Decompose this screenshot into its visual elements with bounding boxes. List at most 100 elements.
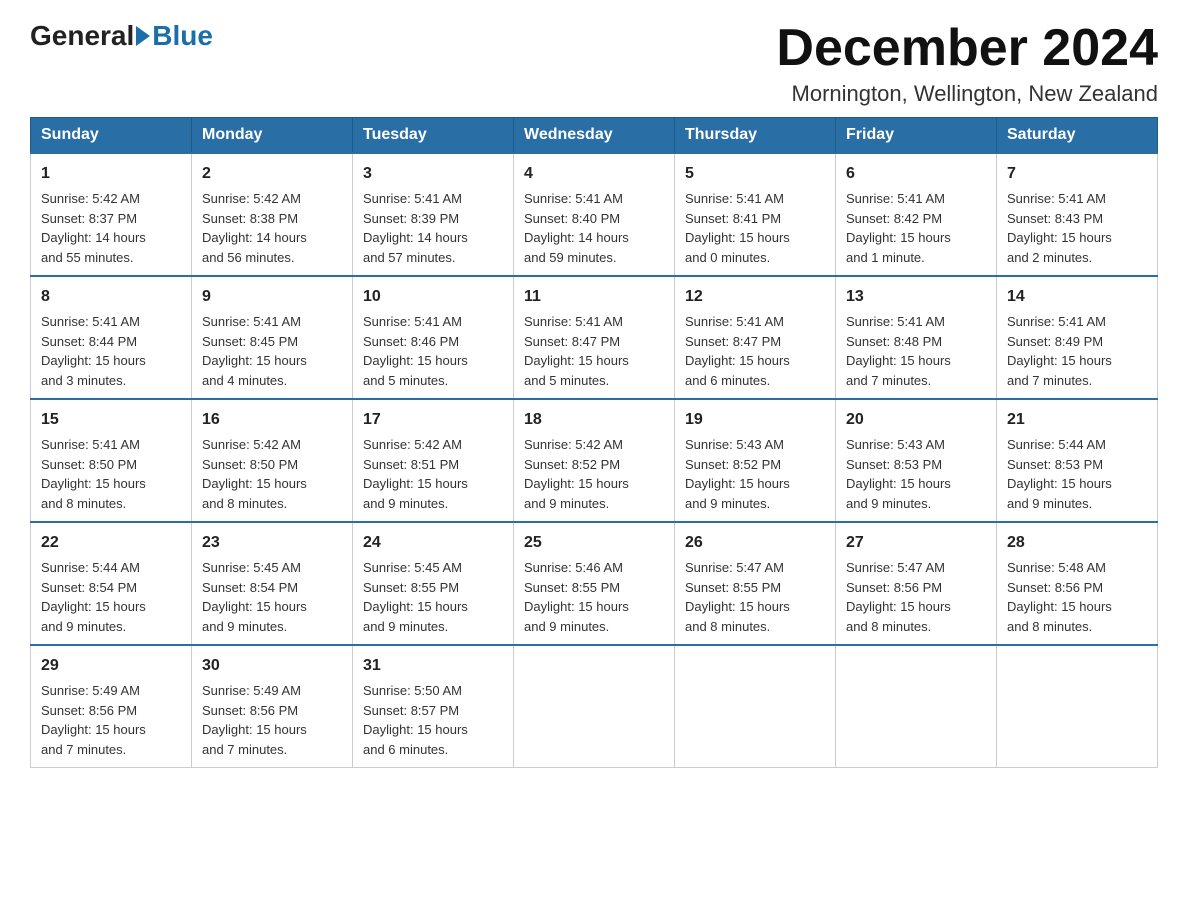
day-number: 21: [1007, 408, 1147, 432]
calendar-cell: 2 Sunrise: 5:42 AMSunset: 8:38 PMDaylight…: [192, 153, 353, 276]
logo-text: General Blue: [30, 20, 213, 52]
day-info: Sunrise: 5:41 AMSunset: 8:47 PMDaylight:…: [685, 312, 825, 390]
week-row-1: 1Sunrise: 5:42 AMSunset: 8:37 PMDaylight…: [31, 153, 1158, 276]
calendar-cell: 8 Sunrise: 5:41 AMSunset: 8:44 PMDaylight…: [31, 276, 192, 399]
header-day-tuesday: Tuesday: [353, 118, 514, 154]
day-number: 25: [524, 531, 664, 555]
calendar-cell: 3 Sunrise: 5:41 AMSunset: 8:39 PMDaylight…: [353, 153, 514, 276]
day-info: Sunrise: 5:41 AMSunset: 8:42 PMDaylight:…: [846, 189, 986, 267]
calendar-cell: 21 Sunrise: 5:44 AMSunset: 8:53 PMDayligh…: [997, 399, 1158, 522]
calendar-cell: 14 Sunrise: 5:41 AMSunset: 8:49 PMDayligh…: [997, 276, 1158, 399]
day-number: 17: [363, 408, 503, 432]
calendar-cell: 1Sunrise: 5:42 AMSunset: 8:37 PMDaylight…: [31, 153, 192, 276]
week-row-5: 29 Sunrise: 5:49 AMSunset: 8:56 PMDayligh…: [31, 645, 1158, 768]
day-number: 29: [41, 654, 181, 678]
calendar-cell: 16 Sunrise: 5:42 AMSunset: 8:50 PMDayligh…: [192, 399, 353, 522]
day-number: 26: [685, 531, 825, 555]
day-number: 1: [41, 162, 181, 186]
day-number: 5: [685, 162, 825, 186]
day-info: Sunrise: 5:42 AMSunset: 8:38 PMDaylight:…: [202, 189, 342, 267]
calendar-cell: 29 Sunrise: 5:49 AMSunset: 8:56 PMDayligh…: [31, 645, 192, 768]
calendar-cell: 22 Sunrise: 5:44 AMSunset: 8:54 PMDayligh…: [31, 522, 192, 645]
logo-arrow-icon: [136, 26, 150, 46]
day-info: Sunrise: 5:41 AMSunset: 8:44 PMDaylight:…: [41, 312, 181, 390]
day-info: Sunrise: 5:41 AMSunset: 8:41 PMDaylight:…: [685, 189, 825, 267]
day-info: Sunrise: 5:41 AMSunset: 8:43 PMDaylight:…: [1007, 189, 1147, 267]
header-day-monday: Monday: [192, 118, 353, 154]
calendar-cell: 7 Sunrise: 5:41 AMSunset: 8:43 PMDaylight…: [997, 153, 1158, 276]
calendar-cell: 26 Sunrise: 5:47 AMSunset: 8:55 PMDayligh…: [675, 522, 836, 645]
day-info: Sunrise: 5:41 AMSunset: 8:48 PMDaylight:…: [846, 312, 986, 390]
day-info: Sunrise: 5:45 AMSunset: 8:55 PMDaylight:…: [363, 558, 503, 636]
day-info: Sunrise: 5:47 AMSunset: 8:56 PMDaylight:…: [846, 558, 986, 636]
day-number: 22: [41, 531, 181, 555]
day-info: Sunrise: 5:43 AMSunset: 8:52 PMDaylight:…: [685, 435, 825, 513]
header-day-thursday: Thursday: [675, 118, 836, 154]
day-info: Sunrise: 5:41 AMSunset: 8:46 PMDaylight:…: [363, 312, 503, 390]
day-info: Sunrise: 5:41 AMSunset: 8:40 PMDaylight:…: [524, 189, 664, 267]
calendar-cell: 30Sunrise: 5:49 AMSunset: 8:56 PMDayligh…: [192, 645, 353, 768]
calendar-cell: 31Sunrise: 5:50 AMSunset: 8:57 PMDayligh…: [353, 645, 514, 768]
calendar-cell: 6Sunrise: 5:41 AMSunset: 8:42 PMDaylight…: [836, 153, 997, 276]
calendar-cell: [675, 645, 836, 768]
day-info: Sunrise: 5:42 AMSunset: 8:52 PMDaylight:…: [524, 435, 664, 513]
logo: General Blue: [30, 20, 213, 52]
header-day-friday: Friday: [836, 118, 997, 154]
day-number: 16: [202, 408, 342, 432]
day-number: 18: [524, 408, 664, 432]
week-row-3: 15Sunrise: 5:41 AMSunset: 8:50 PMDayligh…: [31, 399, 1158, 522]
header-day-wednesday: Wednesday: [514, 118, 675, 154]
day-number: 8: [41, 285, 181, 309]
month-title: December 2024: [776, 20, 1158, 77]
day-number: 13: [846, 285, 986, 309]
day-number: 7: [1007, 162, 1147, 186]
week-row-2: 8 Sunrise: 5:41 AMSunset: 8:44 PMDaylight…: [31, 276, 1158, 399]
header-day-sunday: Sunday: [31, 118, 192, 154]
day-number: 10: [363, 285, 503, 309]
calendar-cell: 23Sunrise: 5:45 AMSunset: 8:54 PMDayligh…: [192, 522, 353, 645]
calendar-cell: 19 Sunrise: 5:43 AMSunset: 8:52 PMDayligh…: [675, 399, 836, 522]
day-number: 30: [202, 654, 342, 678]
day-number: 27: [846, 531, 986, 555]
calendar-table: SundayMondayTuesdayWednesdayThursdayFrid…: [30, 117, 1158, 768]
day-info: Sunrise: 5:41 AMSunset: 8:47 PMDaylight:…: [524, 312, 664, 390]
calendar-cell: [836, 645, 997, 768]
calendar-cell: 15Sunrise: 5:41 AMSunset: 8:50 PMDayligh…: [31, 399, 192, 522]
day-info: Sunrise: 5:43 AMSunset: 8:53 PMDaylight:…: [846, 435, 986, 513]
day-info: Sunrise: 5:41 AMSunset: 8:50 PMDaylight:…: [41, 435, 181, 513]
day-info: Sunrise: 5:41 AMSunset: 8:39 PMDaylight:…: [363, 189, 503, 267]
calendar-cell: 17 Sunrise: 5:42 AMSunset: 8:51 PMDayligh…: [353, 399, 514, 522]
calendar-cell: [997, 645, 1158, 768]
day-info: Sunrise: 5:44 AMSunset: 8:54 PMDaylight:…: [41, 558, 181, 636]
day-info: Sunrise: 5:42 AMSunset: 8:50 PMDaylight:…: [202, 435, 342, 513]
location-title: Mornington, Wellington, New Zealand: [776, 81, 1158, 107]
calendar-cell: 18 Sunrise: 5:42 AMSunset: 8:52 PMDayligh…: [514, 399, 675, 522]
day-number: 23: [202, 531, 342, 555]
calendar-cell: 24 Sunrise: 5:45 AMSunset: 8:55 PMDayligh…: [353, 522, 514, 645]
day-number: 28: [1007, 531, 1147, 555]
header-day-saturday: Saturday: [997, 118, 1158, 154]
calendar-cell: [514, 645, 675, 768]
calendar-cell: 12 Sunrise: 5:41 AMSunset: 8:47 PMDayligh…: [675, 276, 836, 399]
day-info: Sunrise: 5:41 AMSunset: 8:49 PMDaylight:…: [1007, 312, 1147, 390]
day-number: 12: [685, 285, 825, 309]
day-info: Sunrise: 5:41 AMSunset: 8:45 PMDaylight:…: [202, 312, 342, 390]
logo-blue: Blue: [152, 20, 213, 52]
calendar-cell: 28Sunrise: 5:48 AMSunset: 8:56 PMDayligh…: [997, 522, 1158, 645]
calendar-cell: 5 Sunrise: 5:41 AMSunset: 8:41 PMDaylight…: [675, 153, 836, 276]
day-info: Sunrise: 5:47 AMSunset: 8:55 PMDaylight:…: [685, 558, 825, 636]
week-row-4: 22 Sunrise: 5:44 AMSunset: 8:54 PMDayligh…: [31, 522, 1158, 645]
calendar-cell: 25Sunrise: 5:46 AMSunset: 8:55 PMDayligh…: [514, 522, 675, 645]
day-number: 9: [202, 285, 342, 309]
day-info: Sunrise: 5:49 AMSunset: 8:56 PMDaylight:…: [41, 681, 181, 759]
calendar-cell: 11Sunrise: 5:41 AMSunset: 8:47 PMDayligh…: [514, 276, 675, 399]
day-info: Sunrise: 5:44 AMSunset: 8:53 PMDaylight:…: [1007, 435, 1147, 513]
day-number: 14: [1007, 285, 1147, 309]
day-number: 3: [363, 162, 503, 186]
day-info: Sunrise: 5:50 AMSunset: 8:57 PMDaylight:…: [363, 681, 503, 759]
day-info: Sunrise: 5:42 AMSunset: 8:51 PMDaylight:…: [363, 435, 503, 513]
logo-general: General: [30, 20, 134, 52]
day-number: 24: [363, 531, 503, 555]
day-number: 2: [202, 162, 342, 186]
day-number: 19: [685, 408, 825, 432]
